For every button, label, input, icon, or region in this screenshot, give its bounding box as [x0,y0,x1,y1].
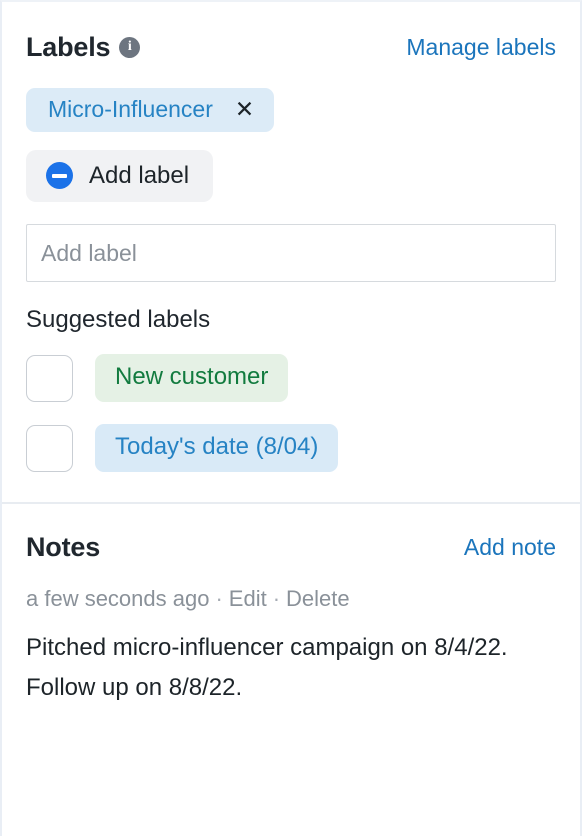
applied-labels-list: Micro-Influencer ✕ [26,88,556,132]
close-icon[interactable]: ✕ [235,98,254,121]
meta-separator: · [215,586,223,611]
suggested-labels-list: New customer Today's date (8/04) [26,354,556,502]
label-chip-micro-influencer[interactable]: Micro-Influencer ✕ [26,88,275,132]
suggested-labels-title: Suggested labels [26,306,211,333]
suggested-label-chip-new-customer[interactable]: New customer [95,354,289,402]
note-timestamp: a few seconds ago [26,586,210,611]
notes-title: Notes [26,531,101,562]
suggested-label-checkbox-new-customer[interactable] [26,354,73,402]
labels-header: Labels i Manage labels [26,30,556,64]
add-label-input[interactable] [26,224,556,282]
manage-labels-link[interactable]: Manage labels [406,35,556,59]
labels-notes-panel: Labels i Manage labels Micro-Influencer … [0,0,582,836]
note-edit-link[interactable]: Edit [229,586,267,611]
notes-section: Notes Add note a few seconds ago · Edit · De… [2,504,580,836]
add-note-link[interactable]: Add note [464,535,556,559]
labels-title-group: Labels i [26,31,141,62]
note-body: Pitched micro-influencer campaign on 8/4… [26,634,508,702]
suggested-label-text: Today's date (8/04) [115,433,319,460]
labels-section: Labels i Manage labels Micro-Influencer … [2,2,580,502]
suggested-label-row: New customer [26,354,556,402]
meta-separator: · [272,586,281,611]
suggested-label-row: Today's date (8/04) [26,424,556,472]
labels-title: Labels [26,31,111,62]
note-item: a few seconds ago · Edit · Delete Pitched mi… [26,588,556,709]
note-meta: a few seconds ago · Edit · Delete [26,588,556,610]
info-icon[interactable]: i [119,36,141,58]
add-label-button-label: Add label [89,161,190,189]
notes-header: Notes Add note [26,530,556,564]
suggested-label-text: New customer [115,363,269,390]
label-chip-text: Micro-Influencer [48,96,213,122]
suggested-label-chip-todays-date[interactable]: Today's date (8/04) [95,424,339,472]
note-delete-link[interactable]: Delete [286,586,350,611]
add-label-button[interactable]: Add label [26,150,214,202]
suggested-label-checkbox-todays-date[interactable] [26,424,73,472]
minus-circle-icon [46,162,73,189]
